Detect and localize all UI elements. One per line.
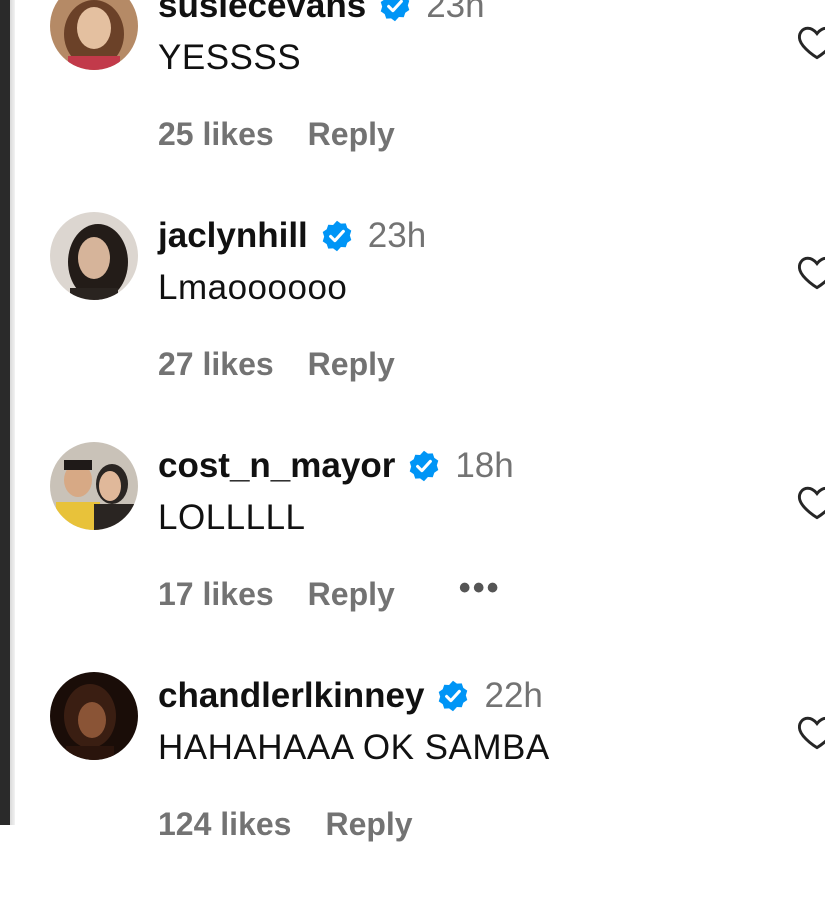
comment-text: Lmaoooooo	[158, 268, 348, 307]
reply-button[interactable]: Reply	[325, 806, 412, 843]
comment-time: 18h	[455, 446, 514, 485]
comment-time: 23h	[426, 0, 485, 25]
verified-badge-icon	[378, 0, 412, 23]
user-avatar[interactable]	[50, 442, 138, 530]
comment-time: 23h	[367, 216, 427, 255]
heart-outline-icon[interactable]	[795, 710, 825, 754]
user-avatar[interactable]	[50, 212, 138, 300]
heart-outline-icon[interactable]	[795, 250, 825, 294]
comment-username[interactable]: jaclynhill	[158, 216, 308, 256]
comment-username[interactable]: chandlerlkinney	[158, 676, 424, 716]
user-avatar[interactable]	[50, 672, 138, 760]
likes-count[interactable]: 27 likes	[158, 346, 274, 383]
comment-time: 22h	[484, 676, 543, 715]
more-options-button[interactable]: •••	[459, 569, 501, 608]
reply-button[interactable]: Reply	[308, 116, 395, 153]
reply-button[interactable]: Reply	[308, 346, 395, 383]
reply-button[interactable]: Reply	[308, 576, 395, 613]
comment-item: chandlerlkinney 22h HAHAHAAA OK SAMBA 12…	[0, 672, 825, 902]
likes-count[interactable]: 17 likes	[158, 576, 274, 613]
heart-outline-icon[interactable]	[795, 20, 825, 64]
comment-text: HAHAHAAA OK SAMBA	[158, 728, 550, 767]
comment-text: YESSSS	[158, 38, 302, 77]
comment-item: jaclynhill 23h Lmaoooooo 27 likes Reply	[0, 212, 825, 442]
heart-outline-icon[interactable]	[795, 480, 825, 524]
likes-count[interactable]: 124 likes	[158, 806, 291, 843]
verified-badge-icon	[407, 449, 441, 483]
comment-text: LOLLLLL	[158, 498, 306, 537]
comment-item: cost_n_mayor 18h LOLLLLL 17 likes Reply …	[0, 442, 825, 672]
likes-count[interactable]: 25 likes	[158, 116, 274, 153]
comment-item: susiecevans 23h YESSSS 25 likes Reply	[0, 0, 825, 212]
verified-badge-icon	[320, 219, 354, 253]
verified-badge-icon	[436, 679, 470, 713]
comment-username[interactable]: susiecevans	[158, 0, 366, 26]
user-avatar[interactable]	[50, 0, 138, 70]
comment-username[interactable]: cost_n_mayor	[158, 446, 395, 486]
